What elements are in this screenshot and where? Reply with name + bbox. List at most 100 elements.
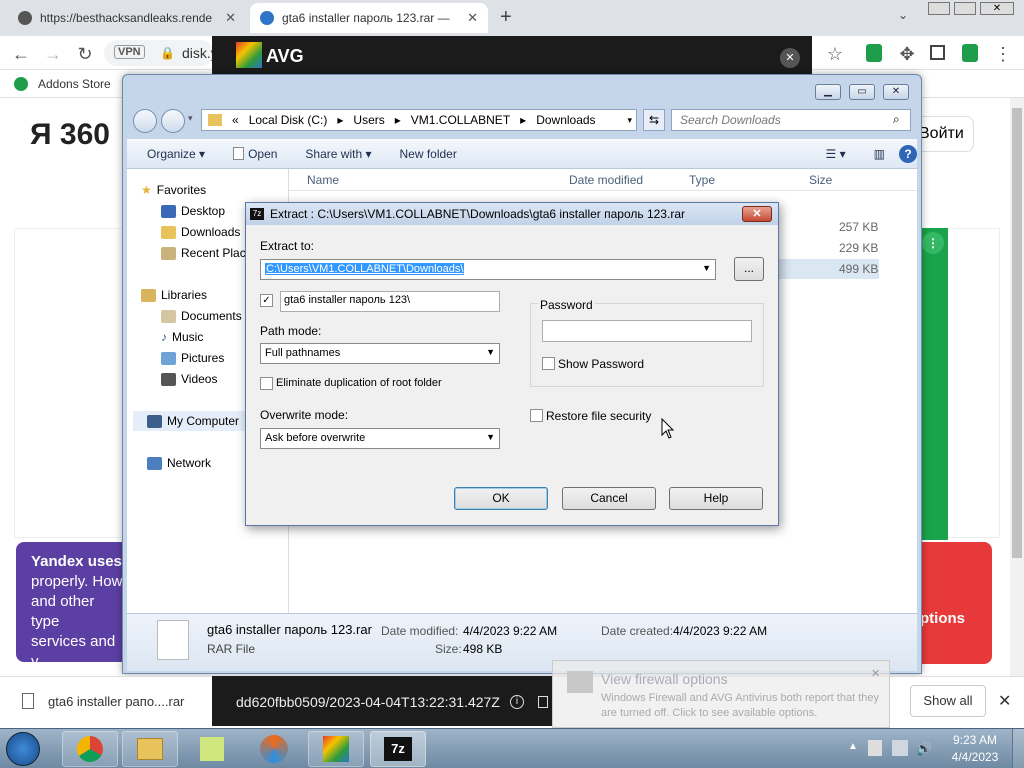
network-tray-icon[interactable] — [892, 740, 908, 756]
taskbar-explorer[interactable] — [122, 731, 178, 767]
nav-libraries[interactable]: Libraries — [141, 288, 207, 302]
page-scrollbar[interactable] — [1010, 98, 1024, 676]
vpn-badge[interactable]: VPN — [114, 45, 145, 59]
explorer-maximize-button[interactable]: ▭ — [849, 84, 875, 100]
recent-pages-icon[interactable]: ▾ — [188, 113, 193, 124]
taskbar-browser[interactable] — [246, 731, 302, 767]
eliminate-duplication-checkbox[interactable] — [260, 377, 273, 390]
chevron-down-icon[interactable]: ▼ — [486, 347, 495, 357]
search-icon[interactable]: ⌕ — [893, 112, 900, 127]
info-icon[interactable]: i — [510, 695, 524, 709]
avg-close-button[interactable]: ✕ — [780, 48, 800, 68]
extensions-icon[interactable]: ✥ — [896, 44, 918, 65]
chevron-right-icon[interactable]: ▸ — [337, 113, 343, 127]
clock-date[interactable]: 4/4/2023 — [946, 750, 1004, 764]
chevron-down-icon[interactable]: ▾ — [627, 115, 632, 126]
show-password-checkbox[interactable] — [542, 357, 555, 370]
explorer-close-button[interactable]: ✕ — [883, 84, 909, 100]
refresh-icon[interactable]: ⇆ — [643, 109, 665, 131]
chevron-down-icon[interactable]: ▼ — [486, 432, 495, 442]
breadcrumb-overflow[interactable]: « — [232, 113, 239, 127]
bookmark-addons-store[interactable]: Addons Store — [38, 77, 111, 91]
breadcrumb-users[interactable]: Users — [353, 113, 384, 127]
nav-music[interactable]: ♪ Music — [161, 330, 203, 344]
shelf-close-icon[interactable]: ✕ — [998, 691, 1011, 711]
browse-button[interactable]: ... — [734, 257, 764, 281]
shield-extension-icon[interactable] — [866, 44, 882, 62]
breadcrumb-vm1[interactable]: VM1.COLLABNET — [411, 113, 510, 127]
close-tab-icon[interactable]: ✕ — [225, 10, 236, 26]
nav-pictures[interactable]: Pictures — [161, 351, 224, 365]
taskbar-7zip[interactable]: 7z — [370, 731, 426, 767]
scroll-thumb[interactable] — [1012, 108, 1022, 558]
explorer-minimize-button[interactable]: ▁ — [815, 84, 841, 100]
nav-downloads[interactable]: Downloads — [161, 225, 240, 239]
overwrite-mode-select[interactable]: Ask before overwrite ▼ — [260, 428, 500, 449]
preview-pane-icon[interactable]: ▥ — [860, 147, 899, 161]
password-input[interactable] — [542, 320, 752, 342]
tab-search-icon[interactable]: ⌄ — [898, 8, 908, 22]
forward-button[interactable] — [161, 109, 185, 133]
taskbar-chrome[interactable] — [62, 731, 118, 767]
organize-button[interactable]: Organize ▾ — [127, 147, 219, 161]
help-icon[interactable]: ? — [899, 144, 917, 163]
restore-security-label[interactable]: Restore file security — [546, 409, 651, 423]
taskbar-sticky-notes[interactable] — [184, 731, 240, 767]
tray-expand-icon[interactable]: ▲ — [848, 741, 858, 752]
dialog-close-button[interactable]: ✕ — [742, 206, 772, 222]
new-folder-button[interactable]: New folder — [385, 147, 470, 161]
back-icon[interactable]: ← — [10, 44, 32, 65]
clock-time[interactable]: 9:23 AM — [946, 733, 1004, 747]
download-item[interactable]: gta6 installer paпо....rar — [48, 694, 184, 709]
share-with-button[interactable]: Share with ▾ — [291, 147, 385, 161]
nav-network[interactable]: Network — [147, 456, 211, 470]
close-tab-icon[interactable]: ✕ — [467, 10, 478, 26]
cancel-button[interactable]: Cancel — [562, 487, 656, 510]
firewall-notification[interactable]: View firewall options ✕ Windows Firewall… — [552, 660, 890, 728]
search-downloads-input[interactable]: Search Downloads — [671, 109, 911, 131]
open-button[interactable]: Open — [219, 147, 291, 161]
yandex-360-logo[interactable]: Я 360 — [30, 118, 110, 152]
start-button[interactable] — [6, 732, 40, 766]
window-close-button[interactable]: ✕ — [980, 2, 1014, 15]
subfolder-checkbox[interactable]: ✓ — [260, 294, 273, 307]
forward-icon[interactable]: → — [42, 44, 64, 65]
column-type[interactable]: Type — [689, 173, 715, 187]
nav-documents[interactable]: Documents — [161, 309, 242, 323]
path-mode-select[interactable]: Full pathnames ▼ — [260, 343, 500, 364]
view-options-icon[interactable]: ☰ ▾ — [812, 147, 860, 161]
back-button[interactable] — [133, 109, 157, 133]
tab-besthacks[interactable]: https://besthacksandleaks.rende ✕ — [8, 3, 246, 33]
show-desktop-button[interactable] — [1012, 729, 1024, 768]
side-panel-icon[interactable] — [930, 45, 945, 60]
options-button[interactable]: ptions — [920, 542, 992, 664]
login-button[interactable]: Войти — [914, 116, 974, 152]
show-all-button[interactable]: Show all — [910, 685, 986, 717]
address-bar[interactable]: « Local Disk (C:) ▸ Users ▸ VM1.COLLABNE… — [201, 109, 637, 131]
dialog-titlebar[interactable]: 7z Extract : C:\Users\VM1.COLLABNET\Down… — [246, 203, 778, 225]
nav-recent-places[interactable]: Recent Places — [161, 246, 258, 260]
nav-desktop[interactable]: Desktop — [161, 204, 225, 218]
nav-favorites[interactable]: ★ Favorites — [141, 183, 206, 197]
help-button[interactable]: Help — [669, 487, 763, 510]
ok-button[interactable]: OK — [454, 487, 548, 510]
breadcrumb-local-disk[interactable]: Local Disk (C:) — [249, 113, 328, 127]
minimize-button[interactable] — [928, 2, 950, 15]
nav-videos[interactable]: Videos — [161, 372, 217, 386]
taskbar-avg[interactable] — [308, 731, 364, 767]
column-date-modified[interactable]: Date modified — [569, 173, 643, 187]
column-name[interactable]: Name — [307, 173, 339, 187]
reload-icon[interactable]: ↻ — [74, 44, 96, 65]
restore-security-checkbox[interactable] — [530, 409, 543, 422]
breadcrumb-downloads[interactable]: Downloads — [536, 113, 595, 127]
volume-icon[interactable]: 🔊 — [916, 741, 932, 757]
action-center-icon[interactable] — [868, 740, 882, 756]
show-password-label[interactable]: Show Password — [558, 357, 644, 371]
chevron-down-icon[interactable]: ▼ — [702, 263, 711, 273]
more-options-icon[interactable]: ⋮ — [922, 232, 944, 254]
subfolder-input[interactable]: gta6 installer пароль 123\ — [280, 291, 500, 312]
chevron-right-icon[interactable]: ▸ — [395, 113, 401, 127]
tab-gta6-rar[interactable]: gta6 installer пароль 123.rar — ✕ — [250, 3, 488, 33]
extract-to-combo[interactable]: C:\Users\VM1.COLLABNET\Downloads\ ▼ — [260, 259, 716, 280]
chevron-right-icon[interactable]: ▸ — [520, 113, 526, 127]
